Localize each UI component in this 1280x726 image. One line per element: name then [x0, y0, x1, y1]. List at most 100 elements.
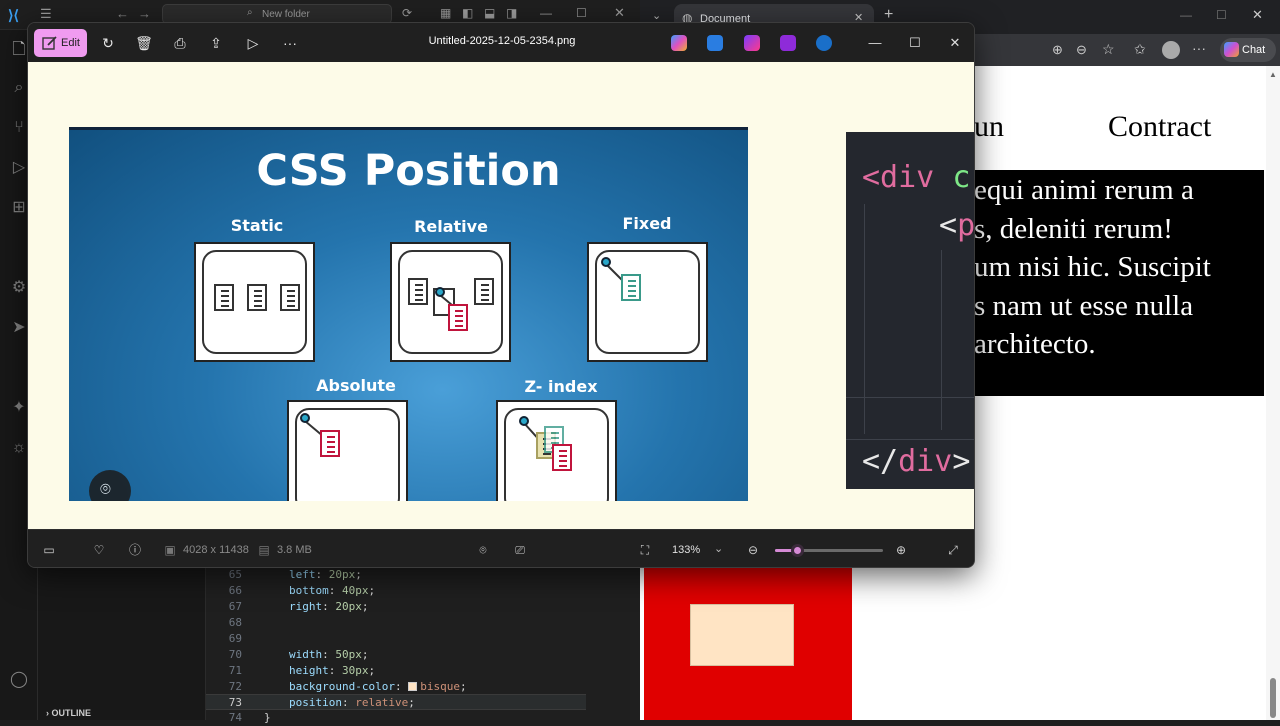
guide-line: [846, 397, 974, 398]
css-value: bisque: [420, 680, 460, 693]
run-debug-icon[interactable]: ▷: [9, 158, 29, 178]
toggle-panel-icon[interactable]: ⬓: [484, 6, 495, 20]
document-icon: [621, 274, 641, 301]
remote-explorer-icon[interactable]: ⚙: [9, 278, 29, 298]
clipchamp-app-icon[interactable]: [744, 35, 760, 51]
code-preview-panel: <div c <p </div>: [846, 132, 974, 489]
indent-guide: [941, 250, 942, 430]
vertical-scrollbar[interactable]: ▲: [1266, 66, 1280, 720]
copilot-sparkle-icon[interactable]: ✦: [9, 398, 29, 418]
onedrive-icon[interactable]: [816, 35, 832, 51]
outline-section[interactable]: › OUTLINE: [38, 706, 206, 720]
more-icon[interactable]: ···: [1192, 40, 1206, 56]
z-index-diagram: [496, 400, 617, 501]
line-number: 72: [228, 680, 242, 693]
nav-link-contract[interactable]: Contract: [1108, 110, 1211, 144]
minimize-icon[interactable]: —: [540, 6, 552, 20]
zoom-in-icon[interactable]: ⊕: [893, 542, 909, 558]
line-number: 66: [228, 584, 242, 597]
toggle-secondary-icon[interactable]: ◨: [506, 6, 517, 20]
scroll-up-icon[interactable]: ▲: [1269, 70, 1277, 79]
fixed-diagram: [587, 242, 708, 362]
maximize-icon[interactable]: ☐: [1216, 8, 1227, 22]
image-canvas[interactable]: CSS Position Static Relative Fixed Absol…: [28, 62, 974, 529]
designer-app-icon[interactable]: [707, 35, 723, 51]
photos-viewer-window: Edit ↻ 🗑 ⎙ ⇪ ▷ ··· Untitled-2025-12-05-2…: [27, 22, 975, 568]
edit-label: Edit: [61, 37, 80, 49]
paragraph-line: s nam ut esse nulla: [974, 289, 1194, 322]
fullscreen-icon[interactable]: ⤢: [945, 542, 961, 558]
close-icon[interactable]: ✕: [945, 33, 965, 53]
favorite-star-icon[interactable]: ☆: [1102, 41, 1115, 58]
red-container-box: [644, 566, 852, 720]
css-value: relative: [355, 696, 409, 709]
visual-search-button[interactable]: ⌾: [89, 470, 131, 501]
dimensions-icon: ▣: [164, 543, 176, 557]
slideshow-icon[interactable]: ▷: [243, 33, 263, 53]
maximize-icon[interactable]: ☐: [576, 6, 587, 20]
favorites-icon[interactable]: ✩: [1134, 41, 1146, 58]
more-options-icon[interactable]: ···: [280, 33, 300, 53]
document-icon: [214, 284, 234, 311]
tab-list-icon[interactable]: ⌄: [652, 9, 661, 22]
copilot-icon: [1224, 42, 1239, 57]
bug-icon[interactable]: ☼: [9, 438, 29, 458]
close-icon[interactable]: ✕: [614, 5, 625, 21]
profile-avatar[interactable]: [1162, 41, 1180, 59]
copilot-chat-button[interactable]: Chat: [1220, 38, 1276, 62]
source-control-icon[interactable]: ⑂: [9, 118, 29, 138]
zoom-icon[interactable]: ⊕: [1052, 42, 1063, 58]
toggle-sidebar-icon[interactable]: ◧: [462, 6, 473, 20]
color-swatch[interactable]: [408, 682, 418, 691]
forward-arrow-icon[interactable]: →: [138, 6, 151, 21]
minimize-icon[interactable]: —: [865, 33, 885, 53]
deploy-icon[interactable]: ➤: [9, 318, 29, 338]
edit-button[interactable]: Edit: [34, 29, 87, 57]
extensions-icon[interactable]: ⊞: [9, 198, 29, 218]
maximize-icon[interactable]: ☐: [905, 33, 925, 53]
reader-icon[interactable]: ⊖: [1076, 42, 1087, 58]
clipchamp-video-icon[interactable]: [780, 35, 796, 51]
photos-status-bar: ▭ ♡ ⓘ ▣ 4028 x 11438 ▤ 3.8 MB ⌾ ⎚ ⛶ 133%…: [28, 529, 974, 567]
copilot-app-icon[interactable]: [671, 35, 687, 51]
pin-icon: [601, 257, 611, 267]
bisque-box: [690, 604, 794, 666]
close-icon[interactable]: ✕: [1252, 7, 1263, 23]
document-icon: [552, 444, 572, 471]
zoom-slider[interactable]: [775, 544, 883, 557]
filmstrip-icon[interactable]: ▭: [41, 542, 57, 558]
visual-search-icon[interactable]: ⌾: [475, 542, 491, 558]
label-z-index: Z- index: [524, 377, 598, 396]
zoom-out-icon[interactable]: ⊖: [745, 542, 761, 558]
relative-diagram: [390, 242, 511, 362]
nav-link-partial[interactable]: un: [974, 110, 1004, 144]
minimize-icon[interactable]: —: [1180, 8, 1192, 22]
layout-icon[interactable]: ▦: [440, 6, 451, 20]
account-icon[interactable]: ◯: [9, 670, 29, 690]
explorer-icon[interactable]: 🗋: [9, 40, 29, 60]
copilot-icon[interactable]: ⟳: [402, 6, 412, 20]
closing-brace: }: [264, 711, 271, 724]
back-arrow-icon[interactable]: ←: [116, 6, 129, 21]
favorite-heart-icon[interactable]: ♡: [91, 542, 107, 558]
rotate-icon[interactable]: ↻: [98, 33, 118, 53]
search-icon[interactable]: ⌕: [9, 78, 29, 98]
info-icon[interactable]: ⓘ: [127, 542, 143, 558]
command-search-box[interactable]: ⌕ New folder: [162, 4, 392, 24]
delete-icon[interactable]: 🗑: [134, 33, 154, 53]
document-icon: [408, 278, 428, 305]
label-absolute: Absolute: [316, 376, 396, 395]
pin-icon: [435, 287, 445, 297]
menu-icon[interactable]: ☰: [40, 6, 52, 22]
print-icon[interactable]: ⎙: [170, 33, 190, 53]
scan-text-icon[interactable]: ⎚: [512, 542, 528, 558]
file-size-icon: ▤: [258, 543, 270, 557]
fit-to-window-icon[interactable]: ⛶: [637, 542, 653, 558]
search-icon: ⌕: [247, 7, 253, 18]
zoom-slider-thumb[interactable]: [790, 544, 804, 557]
share-icon[interactable]: ⇪: [206, 33, 226, 53]
css-value: 20px: [335, 600, 362, 613]
scroll-thumb[interactable]: [1270, 678, 1276, 718]
label-relative: Relative: [414, 217, 488, 236]
paragraph-line: s, deleniti rerum!: [974, 212, 1173, 245]
